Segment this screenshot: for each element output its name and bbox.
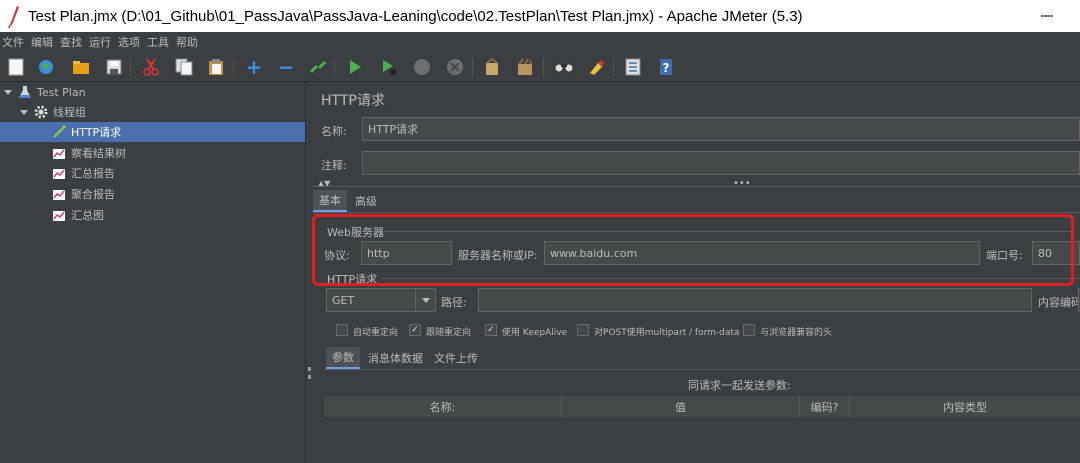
svg-text:?: ? [663,61,670,75]
tree-item-aggregate-report[interactable]: 聚合报告 [52,184,302,204]
function-helper-icon[interactable] [623,57,643,77]
menu-search[interactable]: 查找 [60,34,82,50]
tree-item-thread-group[interactable]: 线程组 [20,102,304,122]
follow-redirects-checkbox[interactable]: ✓ [409,324,421,336]
stop-icon[interactable] [412,57,432,77]
toggle-icon[interactable] [308,57,328,77]
redirect-auto-checkbox[interactable] [336,324,348,336]
shutdown-icon[interactable] [445,57,465,77]
comment-field[interactable] [362,151,1080,175]
jmeter-feather-icon [4,0,24,32]
tree-item-summary-report[interactable]: 汇总报告 [52,163,302,183]
tree-item-label: HTTP请求 [71,126,122,139]
tab-parameters[interactable]: 参数 [326,347,360,369]
save-icon[interactable] [104,57,124,77]
tree-item-label: 聚合报告 [71,188,115,201]
paste-icon[interactable] [206,57,226,77]
menu-options[interactable]: 选项 [118,34,140,50]
search-icon[interactable] [554,57,574,77]
expand-icon[interactable]: + [244,55,264,79]
menu-file[interactable]: 文件 [2,34,24,50]
tab-basic[interactable]: 基本 [313,190,347,212]
panel-title: HTTP请求 [321,93,385,109]
menu-tools[interactable]: 工具 [147,34,169,50]
tree-item-label: 汇总图 [71,209,104,222]
comment-label: 注释: [321,159,347,172]
menu-help[interactable]: 帮助 [176,34,198,50]
name-field[interactable]: HTTP请求 [362,117,1080,141]
follow-redirects-label: 跟随重定向 [426,328,472,338]
test-plan-tree: Test Plan 线程组 HTTP请求 察看结果树 汇总报告 聚合报告 汇总图 [0,82,305,463]
tree-item-label: 线程组 [53,106,86,119]
tree-item-label: Test Plan [37,85,86,99]
new-icon[interactable] [6,57,26,77]
tree-item-label: 察看结果树 [71,147,126,160]
content-encoding-label: 内容编码 [1038,296,1080,309]
cut-icon[interactable] [141,57,161,77]
start-icon[interactable] [345,57,365,77]
params-table-body[interactable] [324,417,1080,463]
chart-icon [52,187,66,201]
browser-headers-label: 与浏览器兼容的头 [760,328,833,338]
menu-run[interactable]: 运行 [89,34,111,50]
keepalive-checkbox[interactable]: ✓ [485,324,497,336]
multipart-label: 对POST使用multipart / form-data [594,328,740,338]
column-header-name[interactable]: 名称: [324,396,562,417]
drag-handle-icon[interactable]: ••• [733,178,751,189]
chart-icon [52,208,66,222]
path-label: 路径: [441,296,467,309]
menu-edit[interactable]: 编辑 [31,34,53,50]
browser-headers-checkbox[interactable] [743,324,755,336]
redirect-auto-label: 自动重定向 [353,328,399,338]
tree-item-label: 汇总报告 [71,167,115,180]
column-header-value[interactable]: 值 [562,396,800,417]
gear-icon [34,105,48,119]
tree-item-view-results-tree[interactable]: 察看结果树 [52,143,302,163]
flask-icon [18,85,32,99]
path-field[interactable] [478,288,1032,312]
collapse-icon[interactable]: − [276,55,296,79]
chart-icon [52,166,66,180]
reset-search-icon[interactable] [586,57,606,77]
menu-bar: 文件 编辑 查找 运行 选项 工具 帮助 [0,32,1080,52]
tab-advanced[interactable]: 高级 [349,190,383,212]
tab-body-data[interactable]: 消息体数据 [362,347,429,369]
tab-files-upload[interactable]: 文件上传 [428,347,484,369]
tree-item-test-plan[interactable]: Test Plan [4,82,304,102]
start-no-pause-icon[interactable] [379,57,399,77]
window-title: Test Plan.jmx (D:\01_Github\01_PassJava\… [28,7,803,25]
copy-icon[interactable] [174,57,194,77]
chart-icon [52,146,66,160]
column-header-encode[interactable]: 编码? [800,396,850,417]
expand-arrow-icon[interactable] [4,89,12,95]
method-value: GET [332,293,355,307]
toolbar: + − ? [0,52,1080,82]
highlight-annotation [312,214,1074,286]
column-header-content-type[interactable]: 内容类型 [850,396,1080,417]
title-bar: Test Plan.jmx (D:\01_Github\01_PassJava\… [0,0,1080,32]
keepalive-label: 使用 KeepAlive [502,328,568,338]
minimize-button[interactable] [1036,9,1058,23]
multipart-checkbox[interactable] [577,324,589,336]
expand-arrow-icon[interactable] [20,109,28,115]
tree-item-summary-graph[interactable]: 汇总图 [52,205,302,225]
clear-icon[interactable] [482,57,502,77]
help-icon[interactable]: ? [656,57,676,77]
chevron-down-icon[interactable] [415,289,435,311]
tree-item-http-request[interactable]: HTTP请求 [0,122,305,142]
clear-all-icon[interactable] [515,57,535,77]
params-caption: 同请求一起发送参数: [688,379,791,392]
pipette-icon [52,125,66,139]
open-icon[interactable] [71,57,91,77]
method-select[interactable]: GET [326,288,436,312]
templates-icon[interactable] [36,57,56,77]
name-label: 名称: [321,125,347,138]
